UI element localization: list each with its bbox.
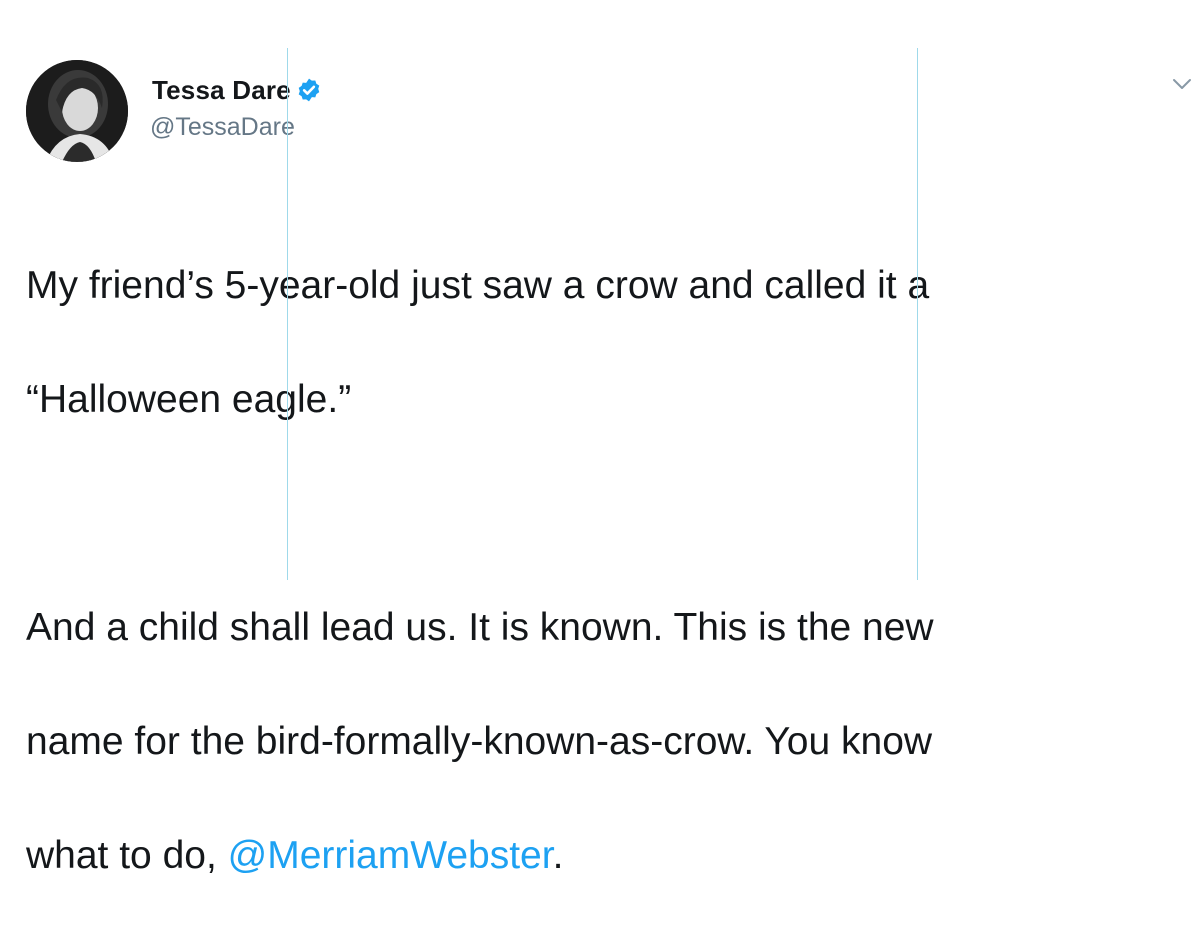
tweet-text-segment: . [552, 834, 564, 877]
avatar[interactable] [26, 60, 128, 162]
mention-link[interactable]: @MerriamWebster [228, 834, 553, 877]
author-handle[interactable]: @TessaDare [150, 113, 295, 142]
author-display-name[interactable]: Tessa Dare [152, 75, 291, 106]
tweet-text: My friend’s 5-year-old just saw a crow a… [26, 200, 1186, 941]
guide-line-right [917, 48, 918, 580]
verified-badge-icon [296, 77, 322, 103]
tweet-text-line: “Halloween eagle.” [26, 378, 352, 421]
tweet-card: Tessa Dare @TessaDare My friend’s 5-year… [0, 0, 1200, 877]
tweet-text-line: name for the bird-formally-known-as-crow… [26, 720, 933, 763]
author-row: Tessa Dare [152, 74, 322, 106]
chevron-down-icon[interactable] [1170, 72, 1194, 96]
tweet-text-segment: what to do, [26, 834, 228, 877]
guide-line-left [287, 48, 288, 580]
avatar-image [26, 60, 128, 162]
tweet-text-last-line: what to do, @MerriamWebster. [26, 827, 1186, 884]
tweet-text-line: My friend’s 5-year-old just saw a crow a… [26, 264, 930, 307]
